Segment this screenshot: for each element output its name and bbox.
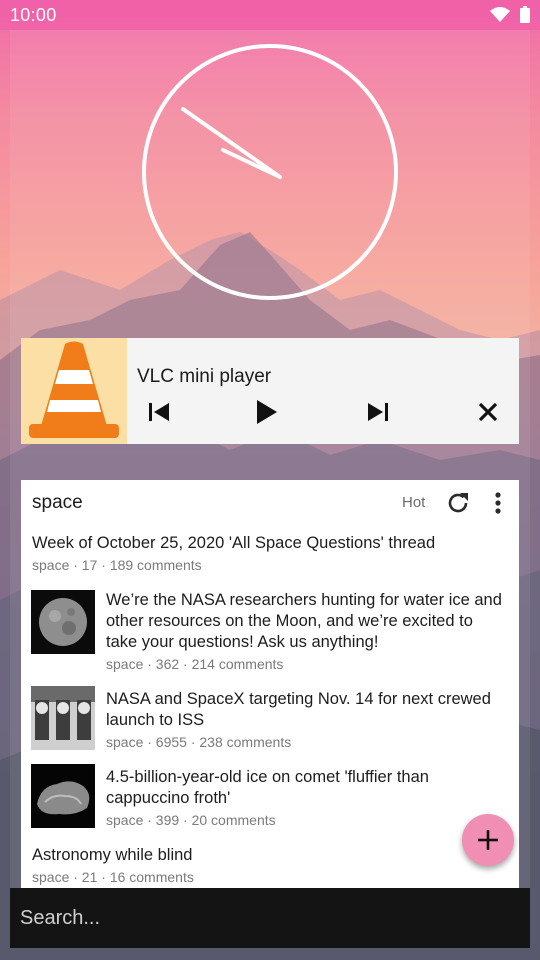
- list-item[interactable]: Astronomy while blind space · 21 · 16 co…: [21, 845, 519, 885]
- search-bar: [10, 888, 530, 948]
- vlc-cone-icon: [29, 341, 119, 438]
- reddit-widget: space Hot Week of October 25, 2020 'All …: [21, 480, 519, 888]
- wifi-icon: [490, 6, 510, 22]
- add-button[interactable]: [462, 814, 514, 866]
- search-input[interactable]: [10, 888, 530, 948]
- skip-next-icon: [368, 403, 388, 421]
- post-title: We’re the NASA researchers hunting for w…: [106, 591, 502, 651]
- post-title: NASA and SpaceX targeting Nov. 14 for ne…: [106, 690, 491, 729]
- plus-icon: [478, 830, 498, 850]
- post-thumbnail: [31, 764, 95, 828]
- vlc-album-art: [21, 338, 127, 444]
- analog-clock: [142, 44, 398, 300]
- clock-hour-hand: [221, 148, 282, 179]
- post-meta: space · 21 · 16 comments: [32, 869, 194, 885]
- close-button[interactable]: [474, 398, 502, 426]
- status-time: 10:00: [10, 5, 57, 25]
- post-title: 4.5-billion-year-old ice on comet 'fluff…: [106, 768, 429, 807]
- battery-icon: [520, 6, 530, 23]
- post-thumbnail: [31, 590, 95, 654]
- skip-previous-icon: [149, 403, 169, 421]
- post-meta: space · 17 · 189 comments: [32, 557, 202, 573]
- more-options-icon[interactable]: [487, 490, 509, 516]
- post-title: Astronomy while blind: [32, 846, 193, 864]
- vlc-title: VLC mini player: [137, 366, 272, 387]
- post-title: Week of October 25, 2020 'All Space Ques…: [32, 534, 436, 552]
- play-button[interactable]: [252, 398, 280, 426]
- status-bar: 10:00: [0, 0, 540, 30]
- post-meta: space · 399 · 20 comments: [106, 812, 276, 828]
- post-meta: space · 6955 · 238 comments: [106, 734, 292, 750]
- play-icon: [257, 400, 277, 424]
- subreddit-name[interactable]: space: [32, 492, 83, 514]
- vlc-mini-player[interactable]: VLC mini player: [21, 338, 519, 444]
- reddit-widget-header: space Hot: [21, 480, 519, 526]
- close-icon: [478, 402, 498, 422]
- refresh-icon[interactable]: [445, 490, 471, 516]
- list-item[interactable]: Week of October 25, 2020 'All Space Ques…: [21, 533, 519, 573]
- clock-minute-hand: [181, 107, 282, 179]
- sort-label[interactable]: Hot: [402, 494, 425, 511]
- next-button[interactable]: [364, 398, 392, 426]
- post-meta: space · 362 · 214 comments: [106, 656, 284, 672]
- post-thumbnail: [31, 686, 95, 750]
- previous-button[interactable]: [145, 398, 173, 426]
